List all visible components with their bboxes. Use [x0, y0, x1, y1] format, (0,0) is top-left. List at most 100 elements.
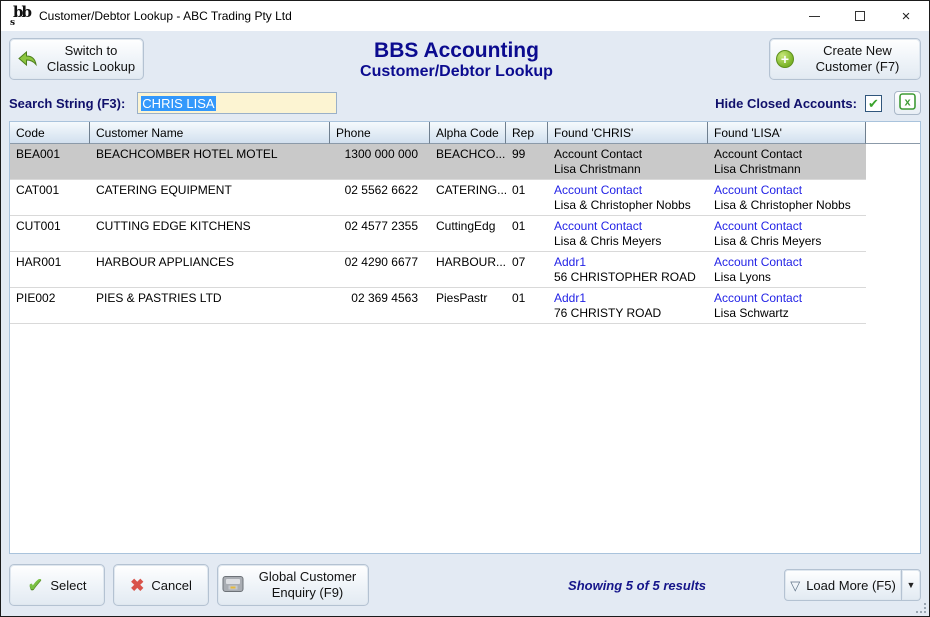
load-more-button[interactable]: ▽ Load More (F5) [784, 569, 902, 601]
found-chris-link[interactable]: Addr1 [554, 255, 702, 270]
found-lisa-value: Lisa Schwartz [714, 306, 860, 321]
table-row[interactable]: CUT001 CUTTING EDGE KITCHENS 02 4577 235… [10, 216, 920, 252]
global-customer-enquiry-button[interactable]: Global Customer Enquiry (F9) [217, 564, 369, 606]
cell-phone: 1300 000 000 [330, 144, 430, 180]
found-chris-link[interactable]: Account Contact [554, 147, 702, 162]
column-header-customer-name[interactable]: Customer Name [90, 122, 330, 144]
resize-grip[interactable] [916, 603, 926, 613]
cell-customer-name: HARBOUR APPLIANCES [90, 252, 330, 288]
cash-register-icon [222, 575, 244, 596]
table-row[interactable]: BEA001 BEACHCOMBER HOTEL MOTEL 1300 000 … [10, 144, 920, 180]
cell-found-chris: Account Contact Lisa & Chris Meyers [548, 216, 708, 252]
select-button[interactable]: ✔ Select [9, 564, 105, 606]
cell-rep: 07 [506, 252, 548, 288]
search-value: CHRIS LISA [141, 96, 215, 111]
cell-found-lisa: Account Contact Lisa Schwartz [708, 288, 866, 324]
export-to-excel-button[interactable]: x [894, 91, 921, 115]
excel-icon: x [899, 93, 916, 113]
title-bar: bb s Customer/Debtor Lookup - ABC Tradin… [1, 1, 929, 31]
found-lisa-link[interactable]: Account Contact [714, 219, 860, 234]
top-bar: Switch to Classic Lookup BBS Accounting … [1, 31, 929, 81]
column-header-found-lisa[interactable]: Found 'LISA' [708, 122, 866, 144]
minimize-button[interactable] [791, 1, 837, 31]
cell-filler [866, 180, 920, 216]
cell-found-lisa: Account Contact Lisa Lyons [708, 252, 866, 288]
cell-code: CUT001 [10, 216, 90, 252]
global-button-label: Global Customer Enquiry (F9) [251, 569, 364, 602]
cell-customer-name: PIES & PASTRIES LTD [90, 288, 330, 324]
found-lisa-link[interactable]: Account Contact [714, 255, 860, 270]
create-button-label: Create New Customer (F7) [801, 43, 914, 76]
column-header-found-chris[interactable]: Found 'CHRIS' [548, 122, 708, 144]
cell-code: PIE002 [10, 288, 90, 324]
switch-to-classic-button[interactable]: Switch to Classic Lookup [9, 38, 144, 80]
cell-alpha-code: CATERING... [430, 180, 506, 216]
cell-found-chris: Account Contact Lisa Christmann [548, 144, 708, 180]
found-lisa-link[interactable]: Account Contact [714, 291, 860, 306]
minimize-icon [809, 16, 820, 17]
cell-alpha-code: HARBOUR... [430, 252, 506, 288]
cell-alpha-code: PiesPastr [430, 288, 506, 324]
found-chris-value: Lisa & Chris Meyers [554, 234, 702, 249]
found-lisa-value: Lisa Christmann [714, 162, 860, 177]
results-status: Showing 5 of 5 results [568, 578, 706, 593]
found-chris-value: Lisa & Christopher Nobbs [554, 198, 702, 213]
cell-found-lisa: Account Contact Lisa & Chris Meyers [708, 216, 866, 252]
maximize-button[interactable] [837, 1, 883, 31]
app-title: BBS Accounting [144, 39, 769, 63]
cancel-button[interactable]: ✖ Cancel [113, 564, 209, 606]
hide-closed-label: Hide Closed Accounts: [715, 96, 857, 111]
cell-code: CAT001 [10, 180, 90, 216]
close-button[interactable]: × [883, 1, 929, 31]
found-chris-link[interactable]: Account Contact [554, 183, 702, 198]
cell-code: HAR001 [10, 252, 90, 288]
check-icon: ✔ [27, 576, 43, 595]
create-new-customer-button[interactable]: + Create New Customer (F7) [769, 38, 921, 80]
cell-phone: 02 4577 2355 [330, 216, 430, 252]
column-header-alpha-code[interactable]: Alpha Code [430, 122, 506, 144]
found-chris-value: 56 CHRISTOPHER ROAD [554, 270, 702, 285]
cell-found-chris: Account Contact Lisa & Christopher Nobbs [548, 180, 708, 216]
cell-filler [866, 252, 920, 288]
footer-bar: ✔ Select ✖ Cancel Global Customer Enquir… [1, 554, 929, 616]
close-icon: × [902, 9, 911, 24]
triangle-down-icon: ▽ [790, 579, 800, 592]
cell-rep: 01 [506, 216, 548, 252]
cell-code: BEA001 [10, 144, 90, 180]
cancel-button-label: Cancel [151, 578, 191, 593]
search-bar: Search String (F3): CHRIS LISA Hide Clos… [1, 81, 929, 121]
cell-phone: 02 4290 6677 [330, 252, 430, 288]
results-table: Code Customer Name Phone Alpha Code Rep … [9, 121, 921, 554]
cell-customer-name: CUTTING EDGE KITCHENS [90, 216, 330, 252]
load-more-dropdown-button[interactable]: ▼ [902, 569, 921, 601]
found-lisa-link[interactable]: Account Contact [714, 147, 860, 162]
switch-arrow-icon [16, 49, 38, 70]
svg-text:x: x [904, 97, 911, 109]
found-chris-value: Lisa Christmann [554, 162, 702, 177]
cell-filler [866, 216, 920, 252]
table-row[interactable]: HAR001 HARBOUR APPLIANCES 02 4290 6677 H… [10, 252, 920, 288]
cell-found-lisa: Account Contact Lisa & Christopher Nobbs [708, 180, 866, 216]
column-header-rep[interactable]: Rep [506, 122, 548, 144]
cancel-x-icon: ✖ [130, 577, 144, 594]
column-header-code[interactable]: Code [10, 122, 90, 144]
column-header-phone[interactable]: Phone [330, 122, 430, 144]
cell-found-chris: Addr1 76 CHRISTY ROAD [548, 288, 708, 324]
app-icon: bb s [9, 6, 31, 26]
found-chris-link[interactable]: Account Contact [554, 219, 702, 234]
table-row[interactable]: PIE002 PIES & PASTRIES LTD 02 369 4563 P… [10, 288, 920, 324]
plus-icon: + [776, 50, 794, 68]
search-input[interactable]: CHRIS LISA [137, 92, 337, 114]
lookup-window: bb s Customer/Debtor Lookup - ABC Tradin… [0, 0, 930, 617]
found-lisa-value: Lisa Lyons [714, 270, 860, 285]
dropdown-arrow-icon: ▼ [907, 580, 916, 590]
search-label: Search String (F3): [9, 96, 125, 111]
cell-phone: 02 369 4563 [330, 288, 430, 324]
found-lisa-link[interactable]: Account Contact [714, 183, 860, 198]
table-row[interactable]: CAT001 CATERING EQUIPMENT 02 5562 6622 C… [10, 180, 920, 216]
found-lisa-value: Lisa & Christopher Nobbs [714, 198, 860, 213]
hide-closed-checkbox[interactable]: ✔ [865, 95, 882, 112]
found-chris-link[interactable]: Addr1 [554, 291, 702, 306]
page-title: Customer/Debtor Lookup [144, 63, 769, 81]
cell-phone: 02 5562 6622 [330, 180, 430, 216]
